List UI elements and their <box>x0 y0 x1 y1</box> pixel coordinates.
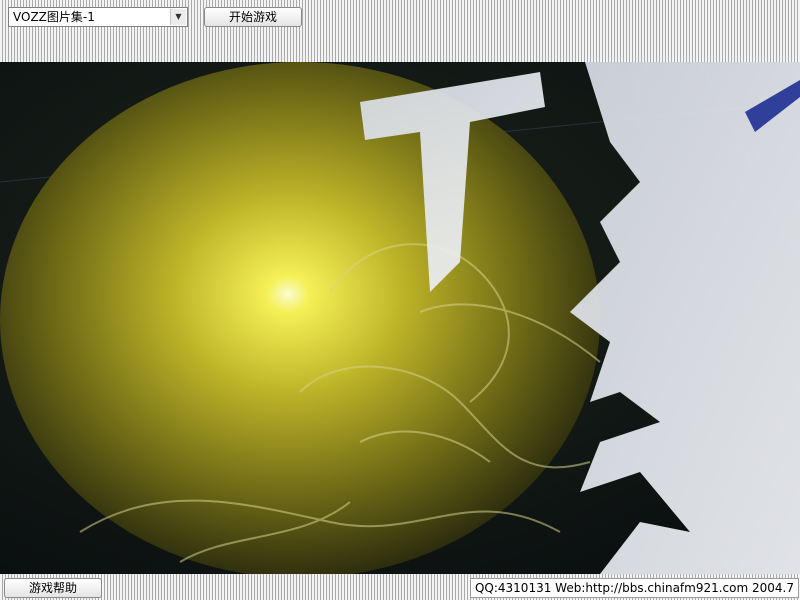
puzzle-image-area[interactable] <box>0 62 800 574</box>
top-toolbar: VOZZ图片集-1 ▼ 开始游戏 <box>0 0 800 62</box>
start-game-button[interactable]: 开始游戏 <box>204 7 302 27</box>
album-select-value: VOZZ图片集-1 <box>13 10 95 24</box>
chevron-down-icon[interactable]: ▼ <box>170 9 186 25</box>
bottom-toolbar: 游戏帮助 QQ:4310131 Web:http://bbs.chinafm92… <box>0 574 800 600</box>
album-select[interactable]: VOZZ图片集-1 ▼ <box>8 7 188 27</box>
game-help-button[interactable]: 游戏帮助 <box>4 578 102 598</box>
puzzle-picture <box>0 62 800 574</box>
info-text: QQ:4310131 Web:http://bbs.chinafm921.com… <box>469 578 799 598</box>
